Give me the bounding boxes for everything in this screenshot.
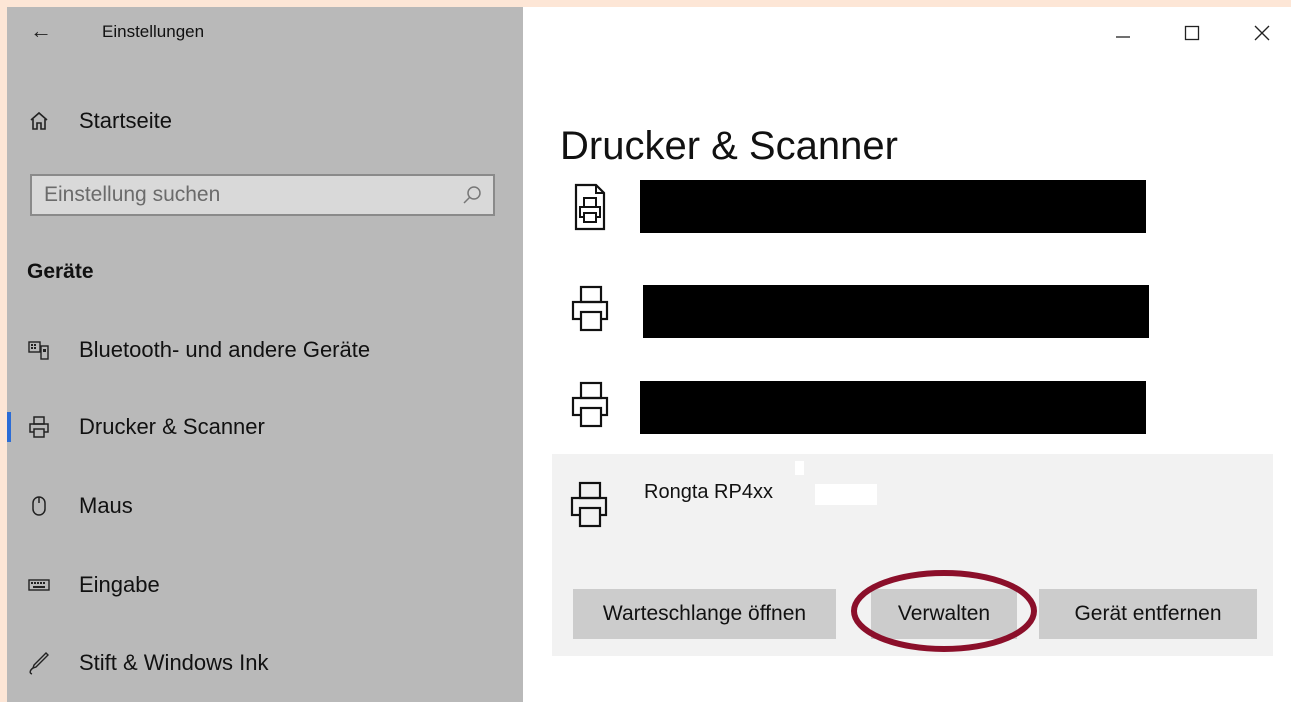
sidebar-item-label: Stift & Windows Ink [79,650,269,675]
bluetooth-device-icon [25,327,53,373]
redaction-blot [795,461,804,475]
printer-icon [571,285,609,332]
mouse-icon [25,483,53,529]
active-indicator [7,412,11,442]
remove-device-button[interactable]: Gerät entfernen [1039,589,1257,639]
sidebar-item-printers[interactable]: Drucker & Scanner [7,404,523,450]
maximize-icon[interactable] [1172,15,1212,51]
minimize-icon[interactable] [1103,15,1143,51]
printer-item[interactable] [553,177,1273,237]
sidebar-item-mouse[interactable]: Maus [7,483,523,529]
sidebar-item-label: Maus [79,493,133,518]
sidebar: ← Einstellungen Startseite Einstellung s… [7,7,523,702]
page-title: Drucker & Scanner [560,123,898,168]
printer-name: Rongta RP4xx [644,481,773,503]
redaction-blot [815,484,877,505]
sidebar-item-label: Eingabe [79,572,160,597]
fax-printer-icon [574,183,606,231]
selected-printer-item[interactable]: Rongta RP4xx Warteschlange öffnen Verwal… [552,454,1273,656]
sidebar-item-label: Startseite [79,108,172,133]
section-title: Geräte [27,260,94,283]
sidebar-item-pen[interactable]: Stift & Windows Ink [7,640,523,686]
settings-window: ← Einstellungen Startseite Einstellung s… [7,7,1291,702]
search-input[interactable]: Einstellung suchen [30,174,495,216]
manage-button[interactable]: Verwalten [871,589,1017,639]
printer-icon [571,381,609,428]
home-icon [25,98,53,144]
printer-icon [25,404,53,450]
back-arrow-icon[interactable]: ← [27,17,55,45]
keyboard-icon [25,562,53,608]
sidebar-item-bluetooth[interactable]: Bluetooth- und andere Geräte [7,327,523,373]
sidebar-item-input[interactable]: Eingabe [7,562,523,608]
close-icon[interactable] [1242,15,1282,51]
search-icon [463,186,481,204]
pen-icon [25,640,53,686]
printer-item[interactable] [553,377,1273,437]
main-content: Drucker & Scanner Rongta RP4xx Warteschl… [523,7,1291,702]
app-title: Einstellungen [102,22,205,41]
redacted-printer-name [640,381,1146,434]
redacted-printer-name [640,180,1146,233]
sidebar-item-label: Bluetooth- und andere Geräte [79,337,371,362]
open-queue-button[interactable]: Warteschlange öffnen [573,589,836,639]
printer-item[interactable] [553,281,1273,341]
search-placeholder: Einstellung suchen [44,183,221,206]
sidebar-item-label: Drucker & Scanner [79,414,265,439]
redacted-printer-name [643,285,1149,338]
printer-icon [570,481,608,528]
sidebar-item-home[interactable]: Startseite [7,98,523,144]
